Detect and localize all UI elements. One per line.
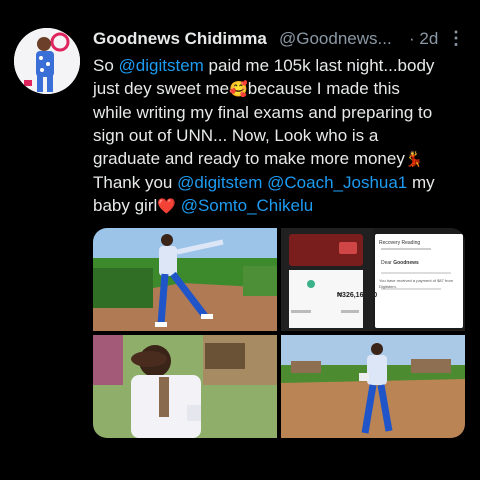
tweet-text-segment: So (93, 56, 119, 75)
time-separator: · (409, 29, 415, 48)
tweet-header: Goodnews Chidimma @Goodnews... · 2d ⋮ (93, 26, 468, 52)
tweet-text-line: graduate and ready to make more money💃 (93, 147, 473, 171)
tweet[interactable]: Goodnews Chidimma @Goodnews... · 2d ⋮ So… (0, 0, 480, 480)
mention-link[interactable]: @Coach_Joshua1 (267, 173, 407, 192)
tweet-text: So @digitstem paid me 105k last night...… (93, 54, 473, 218)
gmail-greeting: Dear Goodnews (381, 260, 419, 266)
tweet-text-segment: just dey sweet me (93, 79, 230, 98)
tweet-text-line: So @digitstem paid me 105k last night...… (93, 54, 473, 77)
tweet-text-line: baby girl❤️ @Somto_Chikelu (93, 194, 473, 218)
photo-2[interactable]: ₦326,160.00 Recovery Reading Dear Goodne… (281, 228, 465, 331)
mention-link[interactable]: @Somto_Chikelu (181, 196, 314, 215)
tweet-text-segment: baby girl (93, 196, 158, 215)
avatar[interactable] (14, 28, 80, 94)
author-handle[interactable]: @Goodnews... (279, 29, 392, 49)
author-name[interactable]: Goodnews Chidimma (93, 29, 267, 49)
photo-4[interactable] (281, 335, 465, 438)
tweet-text-line: while writing my final exams and prepari… (93, 101, 473, 124)
time-label: 2d (419, 29, 439, 48)
tweet-text-segment: my (407, 173, 435, 192)
tweet-text-segment: paid me 105k last night...body (203, 56, 435, 75)
tweet-text-line: Thank you @digitstem @Coach_Joshua1 my (93, 171, 473, 194)
mention-link[interactable]: @digitstem (177, 173, 262, 192)
tweet-text-segment: Thank you (93, 173, 178, 192)
photo-3[interactable] (93, 335, 277, 438)
receipt-amount: ₦326,160.00 (337, 292, 378, 299)
emoji: ❤️ (157, 198, 176, 215)
gmail-title: Recovery Reading (379, 240, 421, 246)
tweet-text-line: sign out of UNN... Now, Look who is a (93, 124, 473, 147)
timestamp[interactable]: · 2d (409, 29, 438, 49)
gmail-message: You have received a payment of $87 from … (379, 278, 453, 289)
media-grid: ₦326,160.00 Recovery Reading Dear Goodne… (93, 228, 465, 438)
gmail-recipient: Goodnews (393, 260, 419, 266)
tweet-text-segment: graduate and ready to make more money (93, 149, 405, 168)
photo-1[interactable] (93, 228, 277, 331)
more-vertical-icon[interactable]: ⋮ (447, 28, 465, 49)
mention-link[interactable]: @digitstem (119, 56, 204, 75)
gmail-greeting-word: Dear (381, 260, 392, 266)
tweet-text-segment: sign out of UNN... Now, Look who is a (93, 126, 379, 145)
tweet-text-line: just dey sweet me🥰because I made this (93, 77, 473, 101)
emoji: 🥰 (229, 81, 248, 98)
tweet-text-segment: because I made this (247, 79, 400, 98)
emoji: 💃 (404, 151, 424, 168)
tweet-text-segment: while writing my final exams and prepari… (93, 103, 433, 122)
